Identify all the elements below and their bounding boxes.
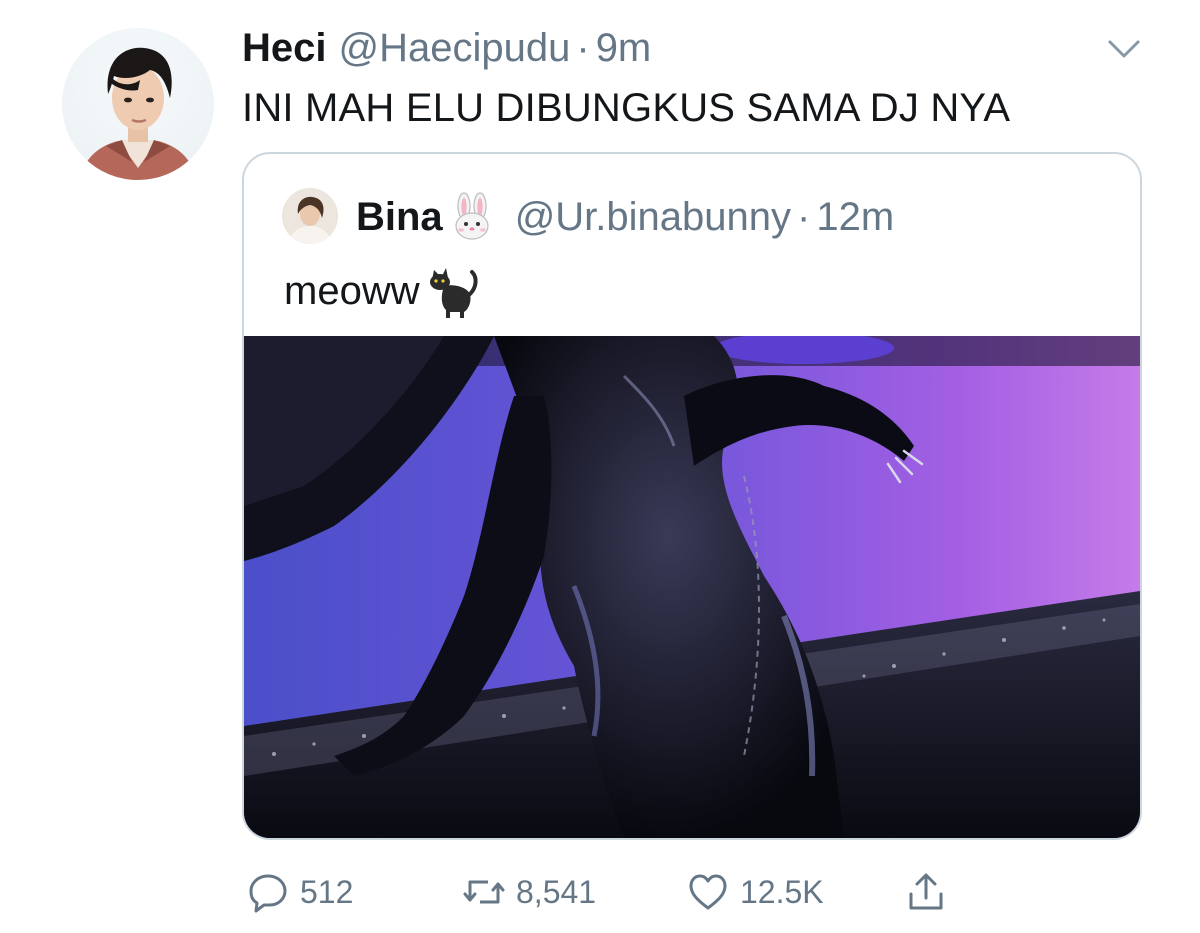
quoted-media-photo[interactable] [244,336,1140,838]
profile-photo-icon [80,47,196,180]
reply-count: 512 [300,873,354,910]
retweet-icon [463,880,505,904]
chevron-down-icon [1108,40,1140,58]
retweet-button[interactable]: 8,541 [462,864,596,920]
retweet-count: 8,541 [516,873,597,910]
quoted-header-separator: · [797,195,811,239]
tweet-timestamp[interactable]: 9m [596,24,652,72]
quoted-text-row: meoww [284,262,480,320]
share-icon [909,873,943,910]
quoted-author-avatar[interactable] [282,188,338,244]
reply-button[interactable]: 512 [246,864,353,920]
share-button[interactable] [904,864,948,920]
quoted-timestamp[interactable]: 12m [816,193,894,241]
header-separator: · [576,26,590,70]
photo-icon [244,336,1140,838]
tweet-header: Heci @Haecipudu · 9m [242,24,651,72]
like-button[interactable]: 12.5K [686,864,824,920]
tweet-actions: 512 8,541 12.5K [242,864,1142,920]
tweet-text: INI MAH ELU DIBUNGKUS SAMA DJ NYA [242,86,1011,130]
author-avatar[interactable] [62,28,214,180]
heart-icon [689,874,727,910]
quoted-author-handle[interactable]: @Ur.binabunny [515,193,791,241]
profile-photo-icon [282,188,338,244]
quoted-author-display-name[interactable]: Bina [356,193,443,241]
like-count: 12.5K [740,873,824,910]
quoted-tweet[interactable]: Bina @Ur.binabunny · 12m meoww [242,152,1142,840]
tweet: Heci @Haecipudu · 9m INI MAH ELU DIBUNGK… [0,0,1200,933]
quoted-text: meoww [284,269,420,313]
black-cat-emoji-icon [429,268,478,318]
tweet-menu-button[interactable] [1104,30,1144,66]
author-handle[interactable]: @Haecipudu [339,24,571,72]
quoted-header: Bina @Ur.binabunny · 12m [356,192,894,242]
reply-icon [249,874,287,913]
rabbit-face-emoji-icon [455,192,489,240]
author-display-name[interactable]: Heci [242,24,327,72]
